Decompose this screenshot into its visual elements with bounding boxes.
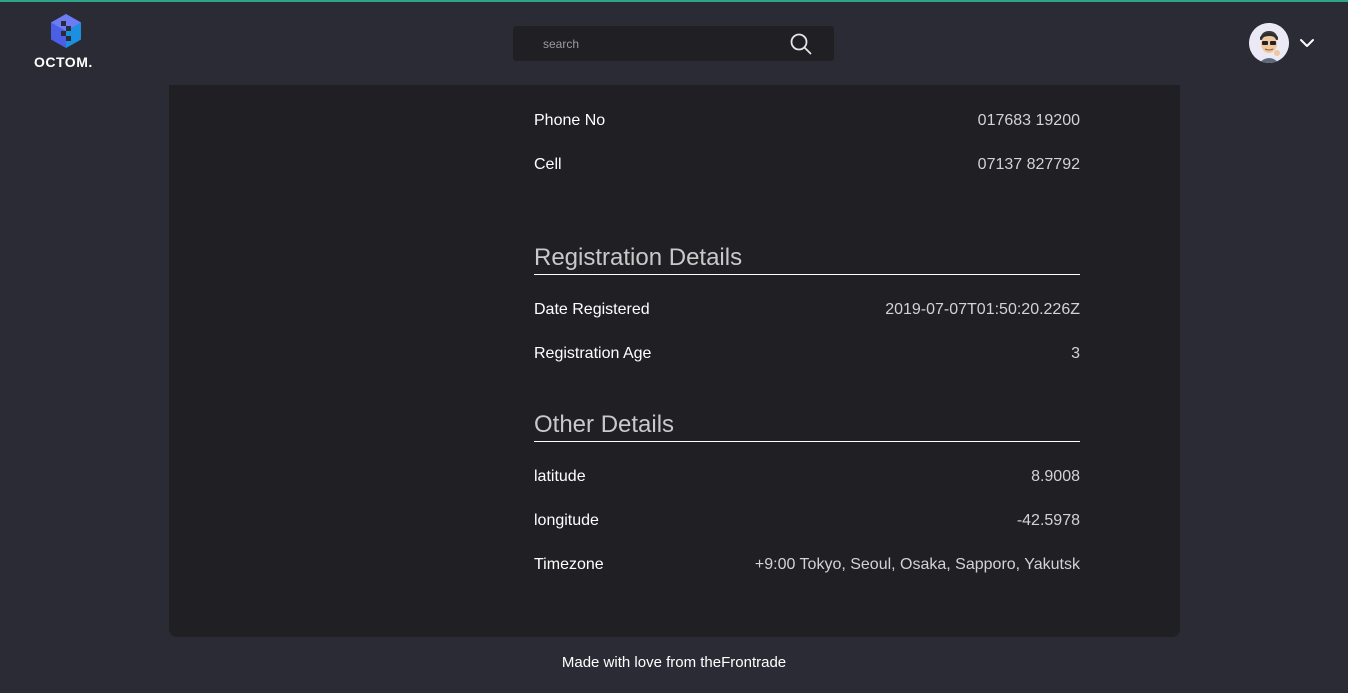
detail-row-date-registered: Date Registered 2019-07-07T01:50:20.226Z: [534, 301, 1080, 323]
chevron-down-icon[interactable]: [1298, 34, 1316, 52]
search-icon[interactable]: [789, 32, 813, 56]
detail-value: -42.5978: [1016, 512, 1080, 529]
avatar[interactable]: [1249, 23, 1289, 63]
detail-row-latitude: latitude 8.9008: [534, 468, 1080, 490]
avatar-face-icon: [1249, 23, 1289, 63]
detail-label: latitude: [534, 468, 586, 485]
logo[interactable]: OCTOM.: [34, 13, 98, 70]
section-title-registration: Registration Details: [534, 244, 1080, 275]
detail-label: Cell: [534, 156, 562, 173]
detail-row-cell: Cell 07137 827792: [534, 156, 1080, 178]
detail-label: Timezone: [534, 556, 604, 573]
detail-row-phone: Phone No 017683 19200: [534, 112, 1080, 134]
detail-row-registration-age: Registration Age 3: [534, 345, 1080, 367]
detail-value: 2019-07-07T01:50:20.226Z: [885, 301, 1080, 318]
detail-label: Registration Age: [534, 345, 652, 362]
detail-row-timezone: Timezone +9:00 Tokyo, Seoul, Osaka, Sapp…: [534, 556, 1080, 578]
brand-name: OCTOM.: [34, 54, 93, 70]
footer-text: Made with love from theFrontrade: [561, 654, 787, 671]
detail-value: 07137 827792: [977, 156, 1080, 173]
detail-value: +9:00 Tokyo, Seoul, Osaka, Sapporo, Yaku…: [754, 556, 1080, 573]
detail-label: Date Registered: [534, 301, 650, 318]
search-bar: [513, 26, 834, 61]
footer: Made with love from theFrontrade: [0, 654, 1348, 671]
octom-logo-icon: [51, 14, 81, 48]
detail-value: 017683 19200: [977, 112, 1080, 129]
detail-label: longitude: [534, 512, 599, 529]
detail-value: 3: [1071, 345, 1080, 362]
top-accent-bar: [0, 0, 1348, 2]
section-title-other: Other Details: [534, 411, 1080, 442]
header: OCTOM.: [0, 0, 1348, 85]
search-input[interactable]: [527, 26, 777, 61]
detail-value: 8.9008: [1031, 468, 1080, 485]
detail-row-longitude: longitude -42.5978: [534, 512, 1080, 534]
detail-label: Phone No: [534, 112, 606, 129]
